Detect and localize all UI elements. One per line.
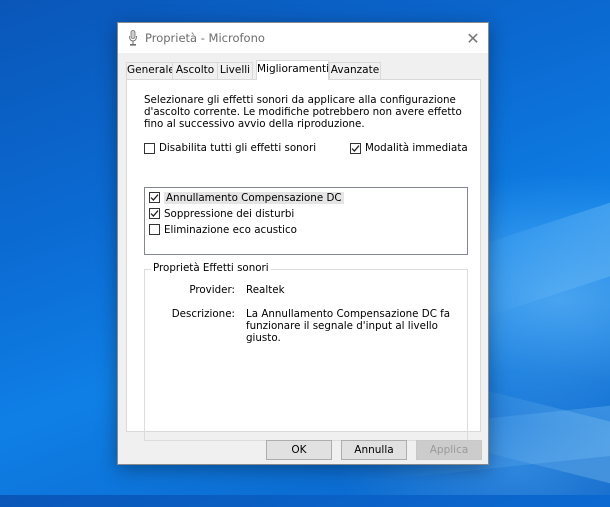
checkbox-box[interactable] [149,224,160,235]
checkmark-icon [150,210,159,217]
checkmark-icon [150,194,159,201]
checkmark-icon [351,144,360,152]
effect-item-label: Soppressione dei disturbi [164,207,295,220]
ok-button[interactable]: OK [266,440,332,460]
tab-avanzate[interactable]: Avanzate [329,62,381,79]
description-label: Descrizione: [171,308,235,320]
provider-value: Realtek [246,284,285,296]
close-icon[interactable]: ✕ [458,23,488,53]
effect-item-noise-suppression[interactable]: Soppressione dei disturbi [149,206,294,221]
effect-item-echo-cancellation[interactable]: Eliminazione eco acustico [149,222,297,237]
checkbox-box[interactable] [144,142,155,154]
provider-label: Provider: [189,284,235,296]
group-label: Proprietà Effetti sonori [151,262,271,274]
tab-generale[interactable]: Generale [126,62,175,79]
microphone-icon [128,30,138,46]
effect-item-dc-compensation[interactable]: Annullamento Compensazione DC [149,190,344,205]
properties-dialog: Proprietà - Microfono ✕ Generale Ascolto… [117,22,489,465]
tab-miglioramenti[interactable]: Miglioramenti [256,60,329,80]
effect-item-label: Annullamento Compensazione DC [164,191,344,204]
checkbox-box[interactable] [149,192,160,203]
cancel-button[interactable]: Annulla [341,440,407,460]
description-value: La Annullamento Compensazione DC fa funz… [246,308,451,344]
apply-button[interactable]: Applica [416,440,482,460]
tab-livelli[interactable]: Livelli [217,62,253,79]
checkbox-box[interactable] [350,142,361,154]
disable-all-effects-label: Disabilita tutti gli effetti sonori [159,142,317,154]
title-bar[interactable]: Proprietà - Microfono ✕ [118,23,488,53]
window-title: Proprietà - Microfono [145,31,265,45]
enhancements-description: Selezionare gli effetti sonori da applic… [144,94,462,130]
effect-item-label: Eliminazione eco acustico [164,223,297,236]
tab-ascolto[interactable]: Ascolto [172,62,218,79]
immediate-mode-label: Modalità immediata [365,142,468,154]
enhancements-panel: Selezionare gli effetti sonori da applic… [126,79,481,441]
effects-list[interactable]: Annullamento Compensazione DC Soppressio… [144,187,468,255]
disable-all-effects-checkbox[interactable]: Disabilita tutti gli effetti sonori [144,142,316,154]
checkbox-box[interactable] [149,208,160,219]
sound-effect-properties-group: Proprietà Effetti sonori Provider: Realt… [144,262,468,441]
immediate-mode-checkbox[interactable]: Modalità immediata [350,142,468,154]
